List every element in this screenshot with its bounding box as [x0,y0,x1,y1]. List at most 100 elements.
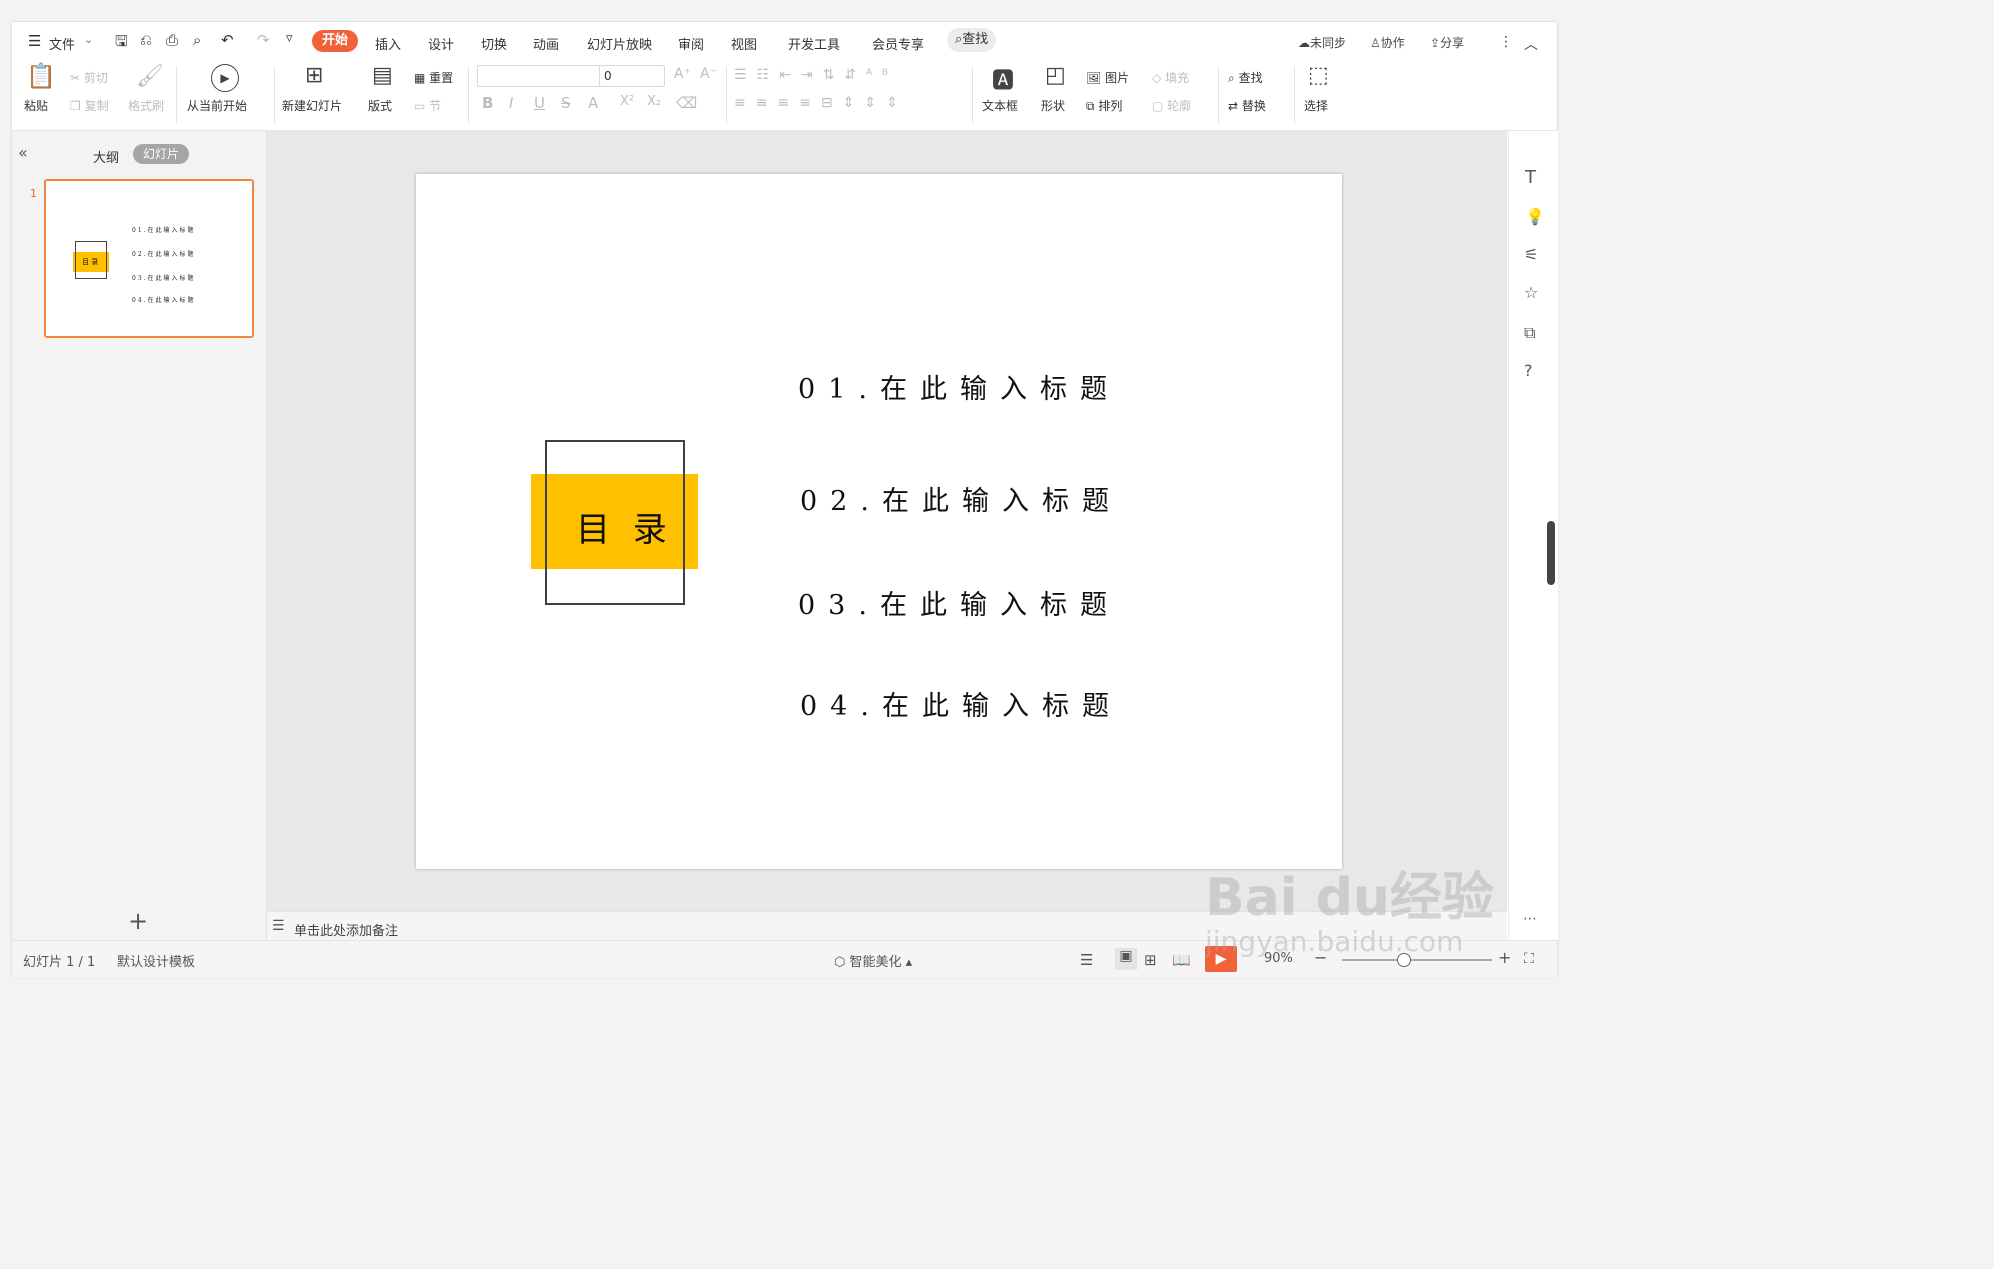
side-handle[interactable] [1547,521,1555,585]
sync-status[interactable]: ☁未同步 [1298,34,1346,51]
normal-view-icon[interactable]: ▣ [1115,948,1137,970]
paste-button[interactable]: 粘贴 [24,97,48,114]
layout-icon[interactable]: ▤ [372,63,393,88]
subscript-icon[interactable]: X₂ [647,94,661,109]
tab-slides[interactable]: 幻灯片 [133,144,190,164]
grid-view-icon[interactable]: ⊞ [1144,951,1157,969]
adjust-icon[interactable]: ⚟ [1524,245,1538,264]
slide-main[interactable]: 目 录 01.在此输入标题 02.在此输入标题 03.在此输入标题 04.在此输… [416,174,1342,869]
arrange-label: 排列 [1098,99,1123,113]
italic-icon[interactable]: I [509,94,513,112]
pin-icon[interactable]: ⎌ [140,31,152,49]
tab-view[interactable]: 视图 [731,34,757,53]
shape-button[interactable]: 形状 [1041,97,1065,114]
tab-transition[interactable]: 切换 [481,34,507,53]
transition-icon[interactable]: ⧉ [1524,323,1535,343]
section-button[interactable]: ▭ 节 [414,97,441,114]
template-name[interactable]: 默认设计模板 [117,951,195,970]
save-icon[interactable]: 🖫 [115,31,128,56]
textbox-icon[interactable]: 🅰 [992,63,1014,95]
paragraph-list-icons[interactable]: ☰☷⇤⇥⇅⇵ᴬᴮ [734,67,898,83]
share-button[interactable]: ⇪分享 [1430,34,1464,51]
lightbulb-icon[interactable]: 💡 [1525,207,1545,226]
quick-access-more-icon[interactable]: ▿ [286,31,293,46]
print-icon[interactable]: ⎙ [166,31,178,49]
notes-placeholder[interactable]: 单击此处添加备注 [294,920,398,939]
more-vertical-icon[interactable]: ⋮ [1499,34,1513,50]
paragraph-align-icons[interactable]: ≡≡≡≡⊟⇕⇕⇕ [734,95,908,111]
arrange-button[interactable]: ⧉ 排列 [1086,97,1122,114]
more-horizontal-icon[interactable]: ⋯ [1523,911,1537,927]
slide-thumbnail[interactable]: 目 录 01.在此输入标题 02.在此输入标题 03.在此输入标题 04.在此输… [44,179,254,338]
reading-view-icon[interactable]: 📖 [1172,951,1191,969]
fit-window-icon[interactable]: ⛶ [1524,951,1534,967]
font-grow-icon[interactable]: A⁺ [674,66,691,82]
text-icon[interactable]: T [1525,167,1536,188]
zoom-in-icon[interactable]: + [1498,948,1511,967]
picture-button[interactable]: 🖼 图片 [1086,69,1129,86]
outline-button[interactable]: ▢ 轮廓 [1152,97,1191,114]
replace-button[interactable]: ⇄ 替换 [1228,97,1266,114]
replace-icon: ⇄ [1228,99,1239,113]
shape-icon[interactable]: ◰ [1045,63,1066,88]
select-button[interactable]: 选择 [1304,97,1328,114]
zoom-slider[interactable] [1342,959,1492,961]
from-current-button[interactable]: 从当前开始 [187,97,247,114]
beautify-button[interactable]: ⬡ 智能美化 ▴ [834,951,912,970]
thumb-item-3: 03.在此输入标题 [132,275,196,282]
underline-icon[interactable]: U [534,94,545,112]
strikethrough-icon[interactable]: S [561,94,571,112]
tab-design[interactable]: 设计 [428,34,454,53]
tab-outline[interactable]: 大纲 [93,147,119,166]
superscript-icon[interactable]: X² [620,94,634,109]
tab-home[interactable]: 开始 [312,30,359,52]
clear-format-icon[interactable]: ⌫ [676,94,697,112]
toc-item-2[interactable]: 02.在此输入标题 [800,479,1122,518]
bold-icon[interactable]: B [482,94,493,112]
new-slide-icon[interactable]: ⊞ [305,63,323,88]
tab-developer[interactable]: 开发工具 [788,34,840,53]
file-menu[interactable]: 文件 [49,34,75,53]
tab-member[interactable]: 会员专享 [872,34,924,53]
font-shrink-icon[interactable]: A⁻ [700,66,717,82]
chevron-down-icon[interactable]: ⌄ [84,33,93,46]
select-icon[interactable]: ⬚ [1308,63,1329,88]
tab-animation[interactable]: 动画 [533,34,559,53]
layout-button[interactable]: 版式 [368,97,392,114]
font-name-select[interactable] [477,65,601,87]
toc-title[interactable]: 目 录 [576,502,673,551]
textbox-button[interactable]: 文本框 [982,97,1018,114]
reset-button[interactable]: ▦ 重置 [414,69,453,86]
add-slide-icon[interactable]: + [128,907,148,935]
toc-item-1[interactable]: 01.在此输入标题 [798,367,1120,406]
toc-item-4[interactable]: 04.在此输入标题 [800,684,1122,723]
tab-insert[interactable]: 插入 [375,34,401,53]
collapse-panel-icon[interactable]: « [18,143,28,162]
toc-item-3[interactable]: 03.在此输入标题 [798,583,1120,622]
tab-review[interactable]: 审阅 [678,34,704,53]
search-button[interactable]: ⌕查找 [947,28,997,52]
collapse-ribbon-icon[interactable]: ︿ [1524,34,1538,54]
vertical-scrollbar[interactable] [1493,139,1501,899]
new-slide-button[interactable]: 新建幻灯片 [282,97,342,114]
redo-icon[interactable]: ↷ [257,31,270,49]
collab-button[interactable]: ♙协作 [1370,34,1405,51]
format-painter-icon[interactable]: 🖌 [136,64,164,89]
find-button[interactable]: ⌕ 查找 [1228,69,1263,86]
fill-button[interactable]: ◇ 填充 [1152,69,1189,86]
undo-icon[interactable]: ↶ [221,31,234,49]
thumb-item-1: 01.在此输入标题 [132,227,196,234]
star-icon[interactable]: ☆ [1524,283,1538,302]
cut-button[interactable]: ✂ 剪切 [70,69,108,86]
tab-slideshow[interactable]: 幻灯片放映 [587,34,652,53]
hamburger-icon[interactable]: ☰ [28,32,41,50]
font-color-icon[interactable]: A [588,94,598,112]
format-painter-button[interactable]: 格式刷 [128,97,164,114]
font-size-select[interactable]: 0 [599,65,665,87]
print-preview-icon[interactable]: ⌕ [193,31,201,49]
play-icon[interactable]: ▶ [211,64,239,92]
notes-toggle-icon[interactable]: ☰ [1080,951,1093,969]
help-icon[interactable]: ? [1524,361,1533,380]
paste-icon[interactable]: 📋 [26,62,56,90]
copy-button[interactable]: ❐ 复制 [70,97,109,114]
